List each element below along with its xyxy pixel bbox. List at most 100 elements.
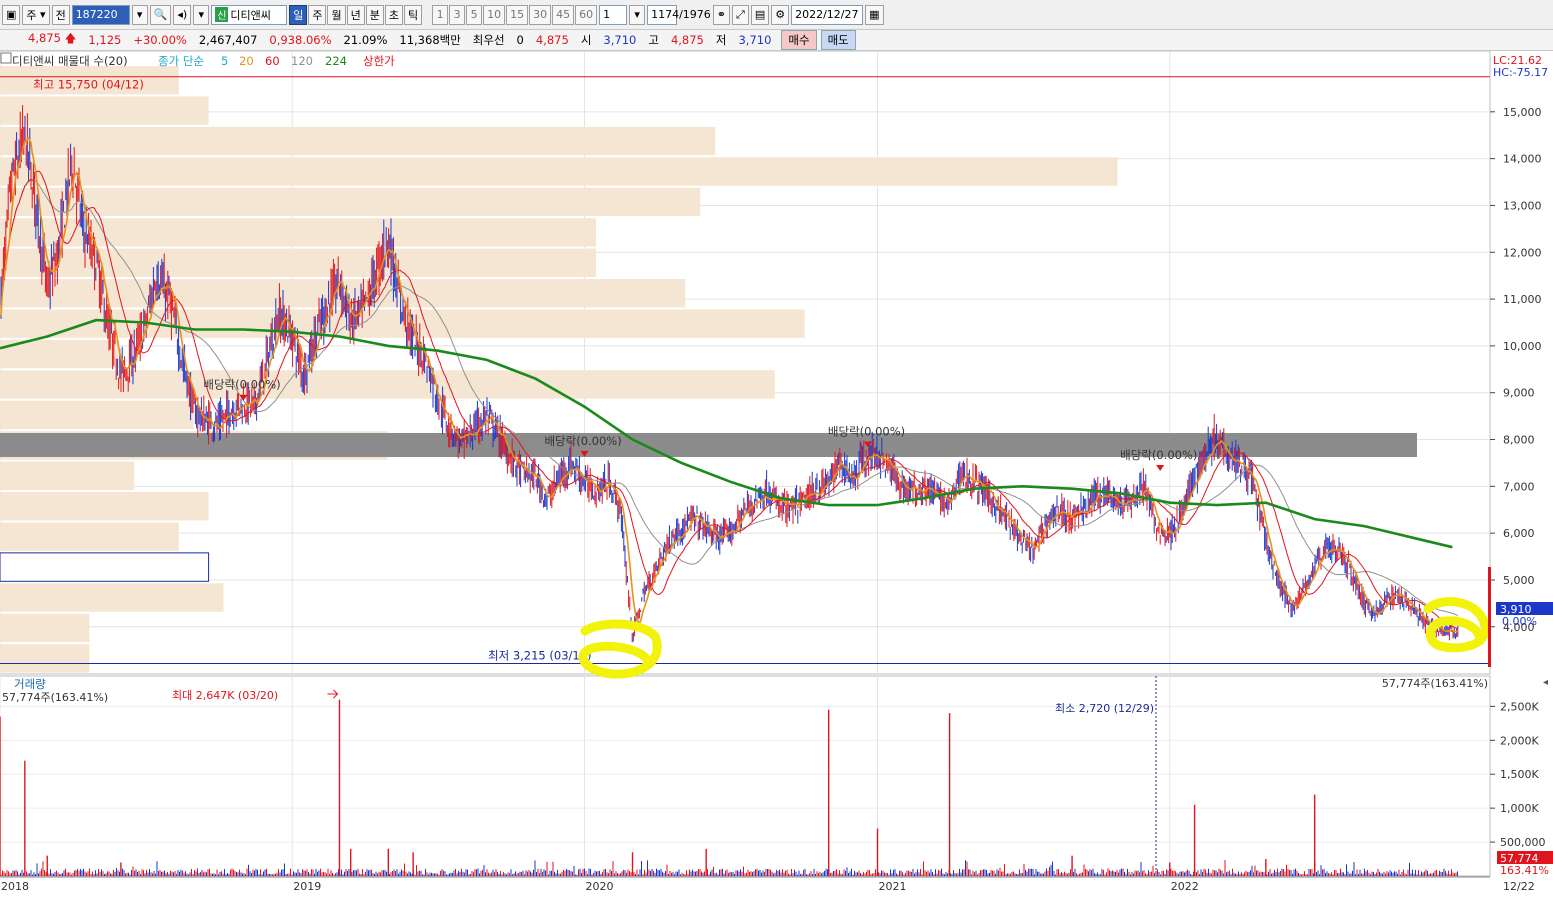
market-select-value: 전 bbox=[55, 8, 66, 22]
year-tick-label: 2022 bbox=[1171, 880, 1199, 893]
credit-badge: 신 bbox=[215, 7, 229, 22]
current-price-pct: 0.00% bbox=[1502, 615, 1537, 628]
speaker-icon[interactable]: ◂) bbox=[173, 4, 192, 25]
interval-tab-30[interactable]: 30 bbox=[529, 4, 552, 25]
period-tab-2[interactable]: 월 bbox=[327, 4, 346, 25]
volume-ratio: 0,938.06% bbox=[269, 33, 332, 47]
type-select-value: 주 bbox=[26, 8, 37, 22]
priority-qty: 0 bbox=[516, 33, 524, 47]
count-input[interactable]: 1174 bbox=[647, 4, 679, 25]
legend-title: 디티앤씨 매물대 수(20) bbox=[12, 54, 128, 68]
price-tick-label: 8,000 bbox=[1503, 434, 1535, 447]
period-tab-1[interactable]: 주 bbox=[308, 4, 327, 25]
period-tab-3[interactable]: 년 bbox=[346, 4, 365, 25]
toolbar: ▣ 주 ▾ 전 187220 ▾ 🔍 ◂) ▾ 신 디티앤씨 일주월년분초틱 13… bbox=[0, 0, 1553, 30]
unit-dropdown-icon[interactable]: ▾ bbox=[629, 4, 646, 25]
unit-value: 1 bbox=[603, 8, 611, 21]
priority-price: 4,875 bbox=[535, 33, 569, 47]
volume-profile-bar bbox=[0, 157, 1118, 186]
priority-label: 최우선 bbox=[472, 33, 505, 47]
x-axis-end-date: 12/22 bbox=[1503, 880, 1535, 893]
volume-left-value: 57,774주(163.41%) bbox=[2, 691, 108, 704]
low-label: 저 bbox=[715, 33, 727, 47]
interval-tabs: 1 3 5 10 15 30 45 60 bbox=[432, 4, 598, 25]
expand-icon[interactable]: ⤢ bbox=[732, 4, 749, 25]
volume-tick-label: 1,000K bbox=[1500, 802, 1539, 815]
volume-profile-bar bbox=[0, 613, 90, 643]
year-tick-label: 2019 bbox=[293, 880, 321, 893]
stock-code-input[interactable]: 187220 bbox=[71, 4, 130, 25]
trade-amount: 11,368백만 bbox=[399, 33, 461, 47]
low-annotation: 최저 3,215 (03/19) bbox=[488, 649, 592, 663]
search-icon[interactable]: 🔍 bbox=[149, 4, 172, 25]
volume-right-value: 57,774주(163.41%) bbox=[1382, 677, 1488, 690]
chevron-down-icon[interactable]: ▾ bbox=[193, 4, 210, 25]
period-tab-6[interactable]: 틱 bbox=[403, 4, 423, 25]
dividend-annotation: 배당락(0.00%) bbox=[544, 434, 621, 448]
sell-button[interactable]: 매도 bbox=[820, 30, 856, 50]
unit-input[interactable]: 1 bbox=[599, 4, 628, 25]
year-tick-label: 2020 bbox=[585, 880, 613, 893]
price-tick-label: 7,000 bbox=[1503, 480, 1535, 493]
price-tick-label: 11,000 bbox=[1503, 293, 1542, 306]
chart-menu-icon[interactable] bbox=[0, 52, 12, 64]
price-tick-label: 10,000 bbox=[1503, 340, 1542, 353]
open-price: 3,710 bbox=[603, 33, 637, 47]
legend-ma-120: 120 bbox=[291, 54, 313, 68]
period-tab-0[interactable]: 일 bbox=[289, 4, 308, 25]
interval-tab-60[interactable]: 60 bbox=[575, 4, 598, 25]
interval-tab-3[interactable]: 3 bbox=[449, 4, 466, 25]
date-value: 2022/12/27 bbox=[795, 8, 859, 21]
high-annotation: 최고 15,750 (04/12) bbox=[33, 78, 144, 92]
price-change-pct: +30.00% bbox=[133, 33, 187, 47]
buy-button[interactable]: 매수 bbox=[781, 30, 817, 50]
legend-ma-60: 60 bbox=[265, 54, 280, 68]
calendar-icon[interactable]: ▦ bbox=[865, 4, 884, 25]
chart-area[interactable]: 최고 15,750 (04/12) 최저 3,215 (03/19) 배당락(0.0… bbox=[0, 50, 1553, 897]
gear-icon[interactable]: ⚙ bbox=[771, 4, 790, 25]
save-icon[interactable]: ▤ bbox=[750, 4, 770, 25]
turnover-rate: 21.09% bbox=[343, 33, 388, 47]
volume-panel-title: 거래량 bbox=[14, 677, 46, 691]
window-menu-icon[interactable]: ▣ bbox=[2, 4, 21, 25]
link-icon[interactable]: ⚭ bbox=[712, 4, 731, 25]
interval-tab-10[interactable]: 10 bbox=[483, 4, 506, 25]
panel-collapse-icon[interactable]: ◂ bbox=[1543, 677, 1548, 688]
interval-tab-5[interactable]: 5 bbox=[466, 4, 483, 25]
period-tab-5[interactable]: 초 bbox=[384, 4, 403, 25]
volume-min-label: 최소 2,720 (12/29) bbox=[1055, 702, 1154, 715]
interval-tab-45[interactable]: 45 bbox=[552, 4, 575, 25]
volume-current-pct: 163.41% bbox=[1500, 864, 1549, 877]
legend-ma-224: 224 bbox=[325, 54, 347, 68]
date-input[interactable]: 2022/12/27 bbox=[791, 4, 864, 25]
volume-tick-label: 500,000 bbox=[1500, 836, 1546, 849]
period-tab-4[interactable]: 분 bbox=[365, 4, 384, 25]
volume-profile-bar bbox=[0, 187, 701, 217]
volume-profile-bar bbox=[0, 126, 716, 156]
low-price: 3,710 bbox=[738, 33, 772, 47]
stock-name-field[interactable]: 신 디티앤씨 bbox=[211, 4, 288, 25]
code-dropdown-icon[interactable]: ▾ bbox=[131, 4, 148, 25]
stock-name: 디티앤씨 bbox=[230, 8, 271, 22]
volume-profile-bar bbox=[0, 552, 210, 582]
total-count: /1976 bbox=[679, 8, 711, 21]
hc-label: HC:-75.17 bbox=[1493, 66, 1548, 79]
price-tick-label: 13,000 bbox=[1503, 199, 1542, 212]
legend-ma-5: 5 bbox=[221, 54, 228, 68]
open-label: 시 bbox=[580, 33, 592, 47]
interval-tab-1[interactable]: 1 bbox=[432, 4, 449, 25]
interval-tab-15[interactable]: 15 bbox=[506, 4, 529, 25]
type-select[interactable]: 주 ▾ bbox=[22, 4, 50, 25]
market-select[interactable]: 전 bbox=[51, 4, 70, 25]
volume-profile-bar bbox=[0, 492, 209, 521]
volume-value: 2,467,407 bbox=[198, 33, 258, 47]
volume-tick-label: 2,000K bbox=[1500, 734, 1539, 747]
high-label: 고 bbox=[648, 33, 659, 47]
stock-chart[interactable]: 최고 15,750 (04/12) 최저 3,215 (03/19) 배당락(0.0… bbox=[0, 50, 1553, 897]
up-arrow-icon: 🡅 bbox=[64, 30, 77, 45]
dividend-annotation: 배당락(0.00%) bbox=[828, 425, 905, 439]
legend-ma-20: 20 bbox=[239, 54, 254, 68]
high-price: 4,875 bbox=[670, 33, 704, 47]
price-tick-label: 6,000 bbox=[1503, 527, 1535, 540]
volume-profile-bar bbox=[0, 400, 194, 430]
